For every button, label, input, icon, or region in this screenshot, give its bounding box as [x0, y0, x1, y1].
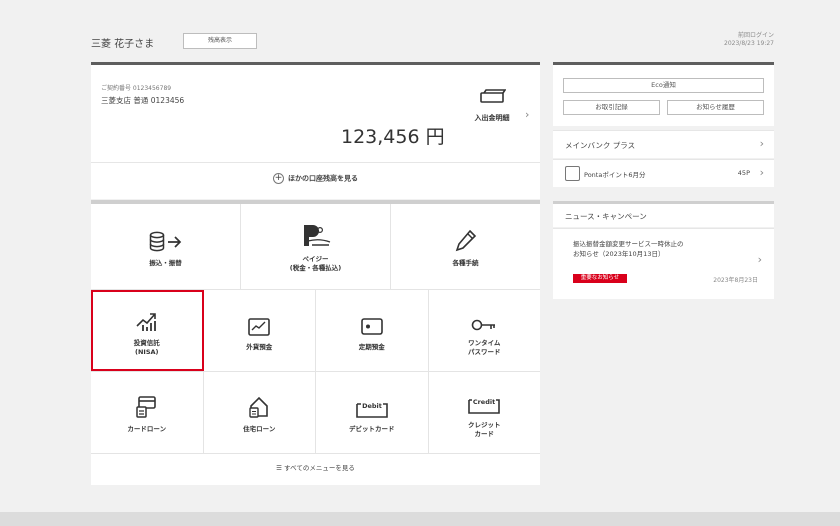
other-accounts-label: ほかの口座残高を見る	[288, 174, 358, 183]
other-accounts-link[interactable]: + ほかの口座残高を見る	[91, 173, 540, 184]
menu-tile-investment-trust[interactable]: 投資信託 (NISA)	[91, 290, 204, 371]
time-deposit-icon	[360, 309, 384, 337]
notice-history-button[interactable]: お知らせ履歴	[667, 100, 764, 115]
menu-tile-label: クレジット カード	[468, 421, 501, 438]
news-section-header: ニュース・キャンペーン	[553, 201, 774, 227]
user-name: 三菱 花子さま	[91, 39, 155, 50]
ponta-points-link[interactable]: Pontaポイント6月分 45P ›	[553, 159, 774, 187]
menu-tile-label: ワンタイム パスワード	[468, 339, 501, 356]
plus-circle-icon: +	[273, 173, 284, 184]
sidebar: Eco通知 お取引記録 お知らせ履歴 メインバンク プラス › Pontaポイン…	[553, 62, 774, 299]
account-card: ご契約番号 0123456789 三菱支店 普通 0123456 入出金明細 ›…	[91, 62, 540, 199]
menu-tile-pay-easy[interactable]: ペイジー (税金・各種払込)	[241, 204, 391, 289]
footer-bar	[0, 512, 840, 526]
all-menu-label: すべてのメニューを見る	[284, 464, 355, 472]
menu-tile-label: 投資信託 (NISA)	[133, 339, 160, 356]
card-loan-icon	[135, 391, 159, 419]
news-item-text: 振込振替金額変更サービス一時休止の お知らせ（2023年10月13日）	[573, 240, 684, 258]
pencil-icon	[455, 225, 477, 253]
contract-number: ご契約番号 0123456789	[101, 85, 172, 92]
chevron-right-icon[interactable]: ›	[525, 108, 529, 121]
divider	[91, 162, 540, 163]
menu-tile-label: 定期預金	[358, 343, 385, 352]
menu-tile-label: 振込・振替	[149, 259, 182, 268]
eco-notice-button[interactable]: Eco通知	[563, 78, 764, 93]
sidebar-notifications: Eco通知 お取引記録 お知らせ履歴	[553, 62, 774, 126]
ponta-icon	[565, 166, 580, 181]
menu-tile-label: ペイジー (税金・各種払込)	[289, 255, 342, 272]
transaction-history-link[interactable]: 入出金明細	[462, 113, 522, 123]
balance-amount: 123,456 円	[341, 126, 445, 148]
housing-loan-icon	[248, 391, 270, 419]
menu-tile-label: 各種手続	[452, 259, 479, 268]
chevron-right-icon: ›	[759, 137, 764, 150]
passbook-icon[interactable]	[480, 89, 506, 103]
menu-tile-label: 住宅ローン	[243, 425, 276, 434]
last-login-time: 2023/8/23 19:27	[724, 40, 774, 47]
key-icon	[471, 305, 497, 333]
menu-tile-label: カードローン	[127, 425, 167, 434]
transaction-record-button[interactable]: お取引記録	[563, 100, 660, 115]
menu-grid: 振込・振替 ペイジー (税金・各種払込) 各種手続 投資信託 (NISA) 外貨…	[91, 200, 540, 485]
investment-trust-icon	[135, 305, 159, 333]
debit-card-icon: Debit	[355, 391, 389, 419]
balance-display-button[interactable]: 残高表示	[183, 33, 257, 49]
menu-tile-credit-card[interactable]: Credit クレジット カード	[429, 372, 541, 453]
menu-row: 振込・振替 ペイジー (税金・各種払込) 各種手続	[91, 204, 540, 290]
menu-tile-transfer[interactable]: 振込・振替	[91, 204, 241, 289]
menu-tile-label: デビットカード	[349, 425, 395, 434]
menu-tile-card-loan[interactable]: カードローン	[91, 372, 204, 453]
menu-tile-one-time-password[interactable]: ワンタイム パスワード	[429, 290, 541, 371]
menu-tile-foreign-deposit[interactable]: 外貨預金	[204, 290, 316, 371]
menu-tile-debit-card[interactable]: Debit デビットカード	[316, 372, 429, 453]
credit-tag: Credit	[473, 398, 495, 406]
main-bank-plus-link[interactable]: メインバンク プラス ›	[553, 130, 774, 158]
news-title: ニュース・キャンペーン	[565, 212, 647, 221]
account-branch: 三菱支店 普通 0123456	[101, 96, 185, 105]
chevron-right-icon: ›	[757, 253, 762, 266]
menu-tile-label: 外貨預金	[246, 343, 273, 352]
last-login-label: 前回ログイン	[737, 32, 774, 39]
menu-row: カードローン 住宅ローン Debit デビットカード Credit クレジット …	[91, 372, 540, 454]
pay-easy-icon	[301, 221, 331, 249]
debit-tag: Debit	[362, 402, 382, 410]
credit-card-icon: Credit	[467, 387, 501, 415]
menu-row: 投資信託 (NISA) 外貨預金 定期預金 ワンタイム パスワード	[91, 290, 540, 372]
header: 三菱 花子さま 残高表示 前回ログイン 2023/8/23 19:27	[91, 32, 774, 50]
main-bank-plus-label: メインバンク プラス	[565, 141, 636, 150]
important-badge: 重要なお知らせ	[573, 274, 627, 283]
all-menu-link[interactable]: ☰ すべてのメニューを見る	[91, 462, 540, 472]
ponta-label: Pontaポイント6月分	[584, 171, 646, 179]
menu-tile-time-deposit[interactable]: 定期預金	[316, 290, 429, 371]
news-item[interactable]: 振込振替金額変更サービス一時休止の お知らせ（2023年10月13日） 重要なお…	[553, 228, 774, 299]
menu-list-icon: ☰	[276, 464, 282, 472]
menu-tile-procedures[interactable]: 各種手続	[391, 204, 540, 289]
transfer-icon	[149, 225, 183, 253]
news-item-date: 2023年8月23日	[713, 277, 758, 284]
ponta-points: 45P	[737, 169, 750, 177]
menu-tile-housing-loan[interactable]: 住宅ローン	[204, 372, 316, 453]
last-login-info: 前回ログイン 2023/8/23 19:27	[724, 32, 774, 48]
foreign-deposit-icon	[247, 309, 271, 337]
chevron-right-icon: ›	[759, 166, 764, 179]
